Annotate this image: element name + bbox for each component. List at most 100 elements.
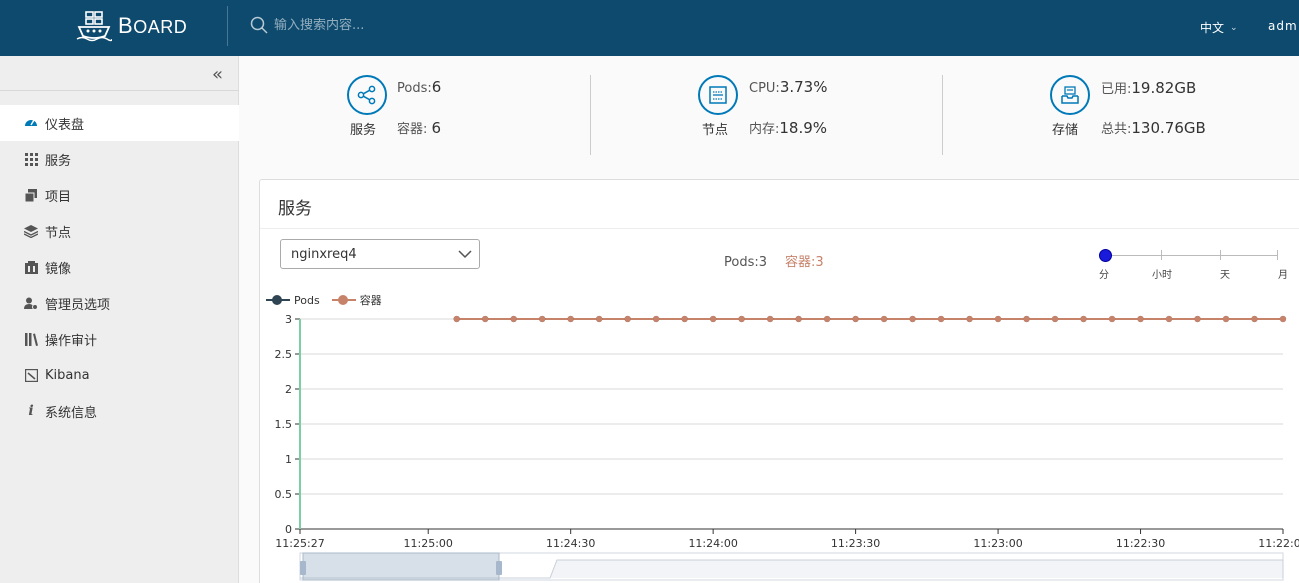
data-point-containers: [1251, 315, 1258, 323]
zoom-slider-window[interactable]: [302, 552, 500, 581]
data-point-containers: [852, 315, 859, 323]
y-tick-label: 2: [285, 383, 292, 396]
pods-containers-line-chart: 0 0.5 1 1.5 2 2.5 3 11:25:27 11:25:00 11:24:30 11:…: [275, 313, 1299, 581]
zoom-slider-handle-end[interactable]: [496, 561, 502, 575]
data-point-containers: [1080, 315, 1087, 323]
data-point-containers: [482, 315, 489, 323]
y-tick-label: 1: [285, 453, 292, 466]
data-point-containers: [824, 315, 831, 323]
sidebar-item-system-info[interactable]: i 系统信息: [0, 393, 239, 429]
sidebar-item-services[interactable]: 服务: [0, 141, 239, 177]
sidebar-divider: [0, 90, 239, 91]
global-search: [250, 16, 574, 34]
sidebar-item-label: 系统信息: [45, 405, 98, 421]
header-divider: [227, 6, 228, 46]
data-point-containers: [1023, 315, 1030, 323]
storage-stat: 存储 已用:19.82GB 总共:130.76GB: [943, 56, 1299, 174]
storage-used-value: 19.82GB: [1131, 79, 1197, 97]
sidebar-item-kibana[interactable]: Kibana: [0, 357, 239, 393]
sidebar-item-images[interactable]: 镜像: [0, 249, 239, 285]
data-point-containers: [681, 315, 688, 323]
language-label: 中文: [1200, 21, 1225, 35]
sidebar-item-label: 镜像: [45, 261, 72, 277]
service-stat: 服务 Pods:6 容器: 6: [240, 56, 590, 174]
data-point-containers: [795, 315, 802, 323]
y-tick-label: 2.5: [275, 348, 293, 361]
data-point-containers: [510, 315, 517, 323]
sidebar-item-label: 操作审计: [45, 333, 98, 349]
data-point-containers: [738, 315, 745, 323]
data-point-containers: [710, 315, 717, 323]
data-point-containers: [994, 315, 1002, 323]
sidebar-item-label: 项目: [45, 189, 72, 205]
data-point-containers: [909, 315, 916, 323]
share-icon: [347, 75, 387, 115]
x-tick-label: 11:22:00: [1258, 537, 1299, 550]
sidebar-item-label: 节点: [45, 225, 72, 241]
admin-users-icon: [24, 296, 38, 310]
brand-logo[interactable]: BOARD: [76, 10, 187, 42]
sidebar-item-nodes[interactable]: 节点: [0, 213, 239, 249]
x-tick-label: 11:23:30: [831, 537, 880, 550]
x-tick-label: 11:22:30: [1116, 537, 1165, 550]
brand-name: BOARD: [118, 13, 188, 38]
data-point-containers: [881, 315, 888, 323]
search-icon: [250, 16, 268, 34]
service-caption: 服务: [350, 123, 377, 138]
service-containers: 容器: 6: [397, 118, 441, 137]
node-cpu: CPU:3.73%: [749, 78, 827, 96]
node-cpu-value: 3.73%: [779, 78, 828, 96]
data-point-containers: [453, 315, 460, 323]
data-point-containers: [1194, 315, 1201, 323]
chevron-down-icon: ⌄: [1230, 22, 1238, 33]
data-point-containers: [596, 315, 603, 323]
storage-total-value: 130.76GB: [1131, 119, 1206, 137]
sidebar-item-label: Kibana: [45, 367, 90, 383]
server-icon: [698, 75, 738, 115]
y-tick-label: 3: [285, 313, 292, 326]
node-memory: 内存:18.9%: [749, 118, 827, 137]
data-point-containers: [653, 315, 660, 323]
service-chart-card: 服务 nginxreq4 Pods:3 容器:3 分 小时 天 月 Pods 容器…: [259, 179, 1299, 583]
top-header: BOARD 中文 ⌄ adm: [0, 0, 1299, 56]
sidebar-item-admin-options[interactable]: 管理员选项: [0, 285, 239, 321]
data-point-containers: [1222, 315, 1230, 323]
y-tick-label: 0.5: [275, 488, 293, 501]
x-tick-label: 11:24:00: [688, 537, 737, 550]
sidebar: « 仪表盘 服务 项目 节点 镜像 管理员选项 操作审计 Kibana i 系统…: [0, 56, 239, 583]
sidebar-item-label: 仪表盘: [45, 117, 85, 133]
zoom-slider-handle-start[interactable]: [300, 561, 306, 575]
audit-icon: [24, 332, 38, 346]
image-icon: [24, 260, 38, 274]
collapse-sidebar-icon[interactable]: «: [212, 64, 223, 85]
sidebar-item-projects[interactable]: 项目: [0, 177, 239, 213]
sidebar-item-audit[interactable]: 操作审计: [0, 321, 239, 357]
service-pods: Pods:6: [397, 78, 441, 96]
x-tick-label: 11:24:30: [546, 537, 595, 550]
node-memory-label: 内存:: [749, 122, 780, 137]
x-tick-label: 11:25:00: [404, 537, 453, 550]
search-input[interactable]: [274, 17, 574, 33]
grid-icon: [24, 152, 38, 166]
data-point-containers: [567, 315, 574, 323]
node-caption: 节点: [702, 123, 729, 138]
service-containers-value: 6: [431, 119, 442, 137]
data-point-containers: [1108, 315, 1116, 323]
sidebar-item-label: 管理员选项: [45, 297, 111, 313]
data-point-containers: [1137, 315, 1144, 323]
dashboard-icon: [24, 116, 38, 130]
data-point-containers: [937, 315, 945, 323]
sidebar-nav: 仪表盘 服务 项目 节点 镜像 管理员选项 操作审计 Kibana i 系统信息: [0, 105, 239, 429]
kibana-icon: [24, 368, 38, 382]
layers-icon: [24, 224, 38, 238]
node-memory-value: 18.9%: [779, 119, 828, 137]
sidebar-item-dashboard[interactable]: 仪表盘: [0, 105, 239, 141]
storage-total-label: 总共:: [1101, 122, 1132, 137]
storage-used-label: 已用:: [1101, 82, 1132, 97]
service-pods-label: Pods:: [397, 81, 432, 96]
data-point-containers: [1165, 315, 1173, 323]
node-cpu-label: CPU:: [749, 81, 780, 96]
data-point-containers: [624, 315, 631, 323]
user-menu[interactable]: adm: [1268, 19, 1298, 33]
language-switcher[interactable]: 中文 ⌄: [1200, 19, 1238, 36]
